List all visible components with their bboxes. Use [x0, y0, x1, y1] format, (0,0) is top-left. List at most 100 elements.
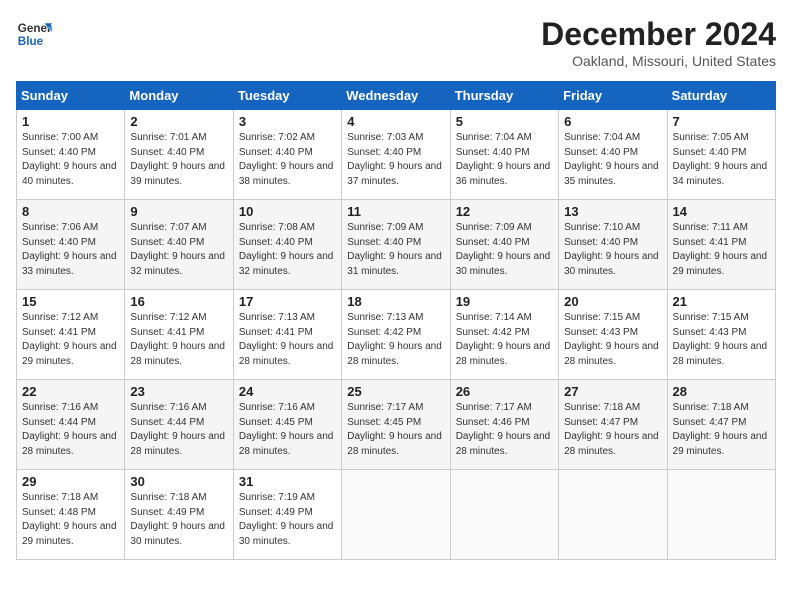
day-number: 10 [239, 204, 336, 219]
calendar-cell: 12 Sunrise: 7:09 AM Sunset: 4:40 PM Dayl… [450, 200, 558, 290]
calendar-subtitle: Oakland, Missouri, United States [541, 53, 776, 69]
calendar-cell: 26 Sunrise: 7:17 AM Sunset: 4:46 PM Dayl… [450, 380, 558, 470]
day-number: 18 [347, 294, 444, 309]
calendar-cell: 17 Sunrise: 7:13 AM Sunset: 4:41 PM Dayl… [233, 290, 341, 380]
header-monday: Monday [125, 82, 233, 110]
day-info: Sunrise: 7:09 AM Sunset: 4:40 PM Dayligh… [456, 221, 553, 279]
calendar-cell: 11 Sunrise: 7:09 AM Sunset: 4:40 PM Dayl… [342, 200, 450, 290]
day-number: 24 [239, 384, 336, 399]
day-info: Sunrise: 7:03 AM Sunset: 4:40 PM Dayligh… [347, 131, 444, 189]
calendar-cell: 16 Sunrise: 7:12 AM Sunset: 4:41 PM Dayl… [125, 290, 233, 380]
day-info: Sunrise: 7:02 AM Sunset: 4:40 PM Dayligh… [239, 131, 336, 189]
calendar-cell: 19 Sunrise: 7:14 AM Sunset: 4:42 PM Dayl… [450, 290, 558, 380]
day-info: Sunrise: 7:17 AM Sunset: 4:46 PM Dayligh… [456, 401, 553, 459]
calendar-title: December 2024 [541, 16, 776, 53]
calendar-cell [667, 470, 775, 560]
header-friday: Friday [559, 82, 667, 110]
day-number: 3 [239, 114, 336, 129]
calendar-cell: 31 Sunrise: 7:19 AM Sunset: 4:49 PM Dayl… [233, 470, 341, 560]
day-number: 13 [564, 204, 661, 219]
day-info: Sunrise: 7:16 AM Sunset: 4:44 PM Dayligh… [130, 401, 227, 459]
day-info: Sunrise: 7:18 AM Sunset: 4:49 PM Dayligh… [130, 491, 227, 549]
calendar-cell: 5 Sunrise: 7:04 AM Sunset: 4:40 PM Dayli… [450, 110, 558, 200]
day-info: Sunrise: 7:15 AM Sunset: 4:43 PM Dayligh… [673, 311, 770, 369]
calendar-header: SundayMondayTuesdayWednesdayThursdayFrid… [17, 82, 776, 110]
day-info: Sunrise: 7:09 AM Sunset: 4:40 PM Dayligh… [347, 221, 444, 279]
day-number: 12 [456, 204, 553, 219]
calendar-cell: 29 Sunrise: 7:18 AM Sunset: 4:48 PM Dayl… [17, 470, 125, 560]
calendar-cell: 8 Sunrise: 7:06 AM Sunset: 4:40 PM Dayli… [17, 200, 125, 290]
header-wednesday: Wednesday [342, 82, 450, 110]
day-info: Sunrise: 7:19 AM Sunset: 4:49 PM Dayligh… [239, 491, 336, 549]
title-area: December 2024 Oakland, Missouri, United … [541, 16, 776, 69]
day-info: Sunrise: 7:18 AM Sunset: 4:47 PM Dayligh… [673, 401, 770, 459]
day-number: 28 [673, 384, 770, 399]
day-number: 22 [22, 384, 119, 399]
day-number: 26 [456, 384, 553, 399]
calendar-table: SundayMondayTuesdayWednesdayThursdayFrid… [16, 81, 776, 560]
calendar-cell: 14 Sunrise: 7:11 AM Sunset: 4:41 PM Dayl… [667, 200, 775, 290]
day-number: 14 [673, 204, 770, 219]
calendar-cell: 23 Sunrise: 7:16 AM Sunset: 4:44 PM Dayl… [125, 380, 233, 470]
day-info: Sunrise: 7:18 AM Sunset: 4:47 PM Dayligh… [564, 401, 661, 459]
calendar-cell: 2 Sunrise: 7:01 AM Sunset: 4:40 PM Dayli… [125, 110, 233, 200]
day-number: 31 [239, 474, 336, 489]
day-info: Sunrise: 7:08 AM Sunset: 4:40 PM Dayligh… [239, 221, 336, 279]
day-number: 20 [564, 294, 661, 309]
day-number: 9 [130, 204, 227, 219]
day-info: Sunrise: 7:12 AM Sunset: 4:41 PM Dayligh… [130, 311, 227, 369]
day-number: 29 [22, 474, 119, 489]
header-sunday: Sunday [17, 82, 125, 110]
logo: General Blue [16, 16, 52, 52]
day-number: 5 [456, 114, 553, 129]
day-info: Sunrise: 7:13 AM Sunset: 4:42 PM Dayligh… [347, 311, 444, 369]
calendar-cell: 22 Sunrise: 7:16 AM Sunset: 4:44 PM Dayl… [17, 380, 125, 470]
week-row-4: 22 Sunrise: 7:16 AM Sunset: 4:44 PM Dayl… [17, 380, 776, 470]
calendar-cell: 13 Sunrise: 7:10 AM Sunset: 4:40 PM Dayl… [559, 200, 667, 290]
day-number: 27 [564, 384, 661, 399]
day-info: Sunrise: 7:10 AM Sunset: 4:40 PM Dayligh… [564, 221, 661, 279]
day-number: 30 [130, 474, 227, 489]
week-row-1: 1 Sunrise: 7:00 AM Sunset: 4:40 PM Dayli… [17, 110, 776, 200]
day-info: Sunrise: 7:13 AM Sunset: 4:41 PM Dayligh… [239, 311, 336, 369]
page-header: General Blue December 2024 Oakland, Miss… [16, 16, 776, 69]
day-info: Sunrise: 7:18 AM Sunset: 4:48 PM Dayligh… [22, 491, 119, 549]
day-info: Sunrise: 7:06 AM Sunset: 4:40 PM Dayligh… [22, 221, 119, 279]
calendar-cell: 18 Sunrise: 7:13 AM Sunset: 4:42 PM Dayl… [342, 290, 450, 380]
day-info: Sunrise: 7:05 AM Sunset: 4:40 PM Dayligh… [673, 131, 770, 189]
calendar-cell: 7 Sunrise: 7:05 AM Sunset: 4:40 PM Dayli… [667, 110, 775, 200]
calendar-cell: 1 Sunrise: 7:00 AM Sunset: 4:40 PM Dayli… [17, 110, 125, 200]
calendar-cell: 20 Sunrise: 7:15 AM Sunset: 4:43 PM Dayl… [559, 290, 667, 380]
calendar-cell: 28 Sunrise: 7:18 AM Sunset: 4:47 PM Dayl… [667, 380, 775, 470]
calendar-cell: 15 Sunrise: 7:12 AM Sunset: 4:41 PM Dayl… [17, 290, 125, 380]
day-number: 8 [22, 204, 119, 219]
calendar-cell [450, 470, 558, 560]
calendar-cell: 25 Sunrise: 7:17 AM Sunset: 4:45 PM Dayl… [342, 380, 450, 470]
day-info: Sunrise: 7:12 AM Sunset: 4:41 PM Dayligh… [22, 311, 119, 369]
day-number: 21 [673, 294, 770, 309]
day-number: 4 [347, 114, 444, 129]
calendar-cell: 10 Sunrise: 7:08 AM Sunset: 4:40 PM Dayl… [233, 200, 341, 290]
calendar-cell: 4 Sunrise: 7:03 AM Sunset: 4:40 PM Dayli… [342, 110, 450, 200]
day-info: Sunrise: 7:04 AM Sunset: 4:40 PM Dayligh… [564, 131, 661, 189]
day-number: 17 [239, 294, 336, 309]
day-number: 2 [130, 114, 227, 129]
day-number: 23 [130, 384, 227, 399]
logo-icon: General Blue [16, 16, 52, 52]
calendar-cell: 3 Sunrise: 7:02 AM Sunset: 4:40 PM Dayli… [233, 110, 341, 200]
header-thursday: Thursday [450, 82, 558, 110]
week-row-5: 29 Sunrise: 7:18 AM Sunset: 4:48 PM Dayl… [17, 470, 776, 560]
svg-text:Blue: Blue [18, 35, 44, 48]
day-info: Sunrise: 7:16 AM Sunset: 4:44 PM Dayligh… [22, 401, 119, 459]
day-number: 15 [22, 294, 119, 309]
day-number: 7 [673, 114, 770, 129]
calendar-cell: 6 Sunrise: 7:04 AM Sunset: 4:40 PM Dayli… [559, 110, 667, 200]
header-tuesday: Tuesday [233, 82, 341, 110]
day-info: Sunrise: 7:11 AM Sunset: 4:41 PM Dayligh… [673, 221, 770, 279]
day-number: 11 [347, 204, 444, 219]
calendar-cell: 24 Sunrise: 7:16 AM Sunset: 4:45 PM Dayl… [233, 380, 341, 470]
calendar-cell: 30 Sunrise: 7:18 AM Sunset: 4:49 PM Dayl… [125, 470, 233, 560]
day-number: 6 [564, 114, 661, 129]
calendar-cell: 27 Sunrise: 7:18 AM Sunset: 4:47 PM Dayl… [559, 380, 667, 470]
week-row-3: 15 Sunrise: 7:12 AM Sunset: 4:41 PM Dayl… [17, 290, 776, 380]
